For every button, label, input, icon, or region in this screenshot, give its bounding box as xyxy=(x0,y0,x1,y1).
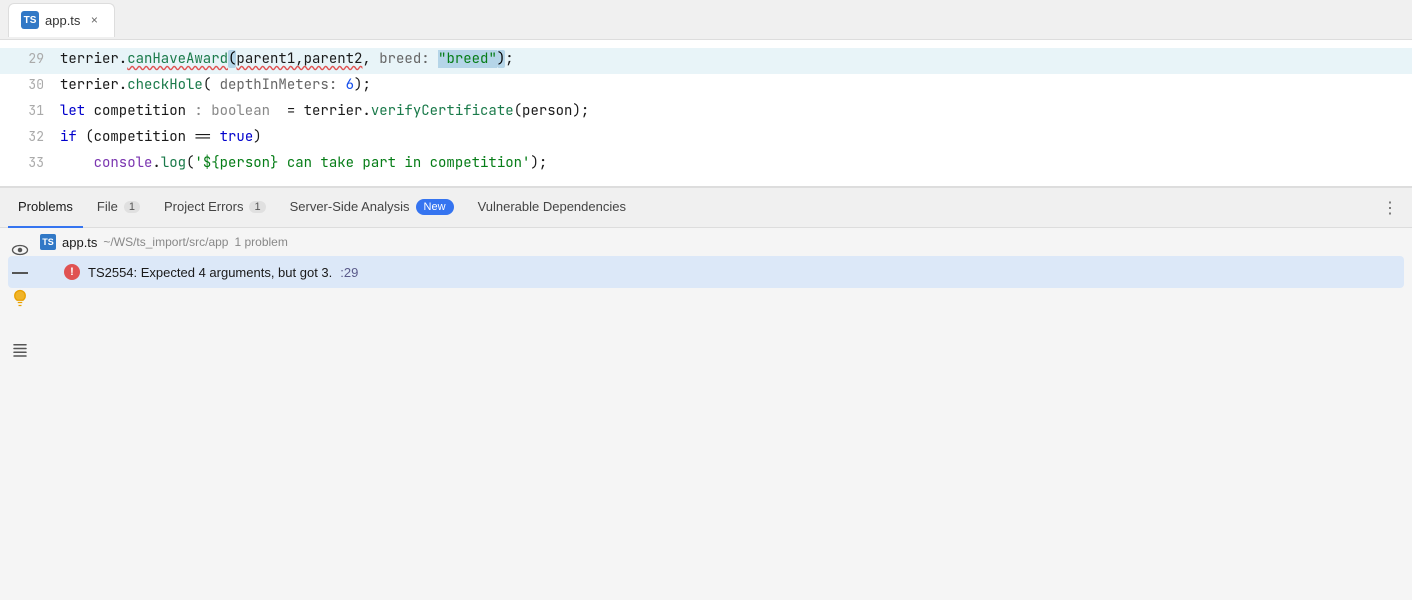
code-content-30: terrier.checkHole( depthInMeters: 6); xyxy=(60,74,1412,96)
tab-problems[interactable]: Problems xyxy=(8,188,83,228)
error-icon: ! xyxy=(64,264,80,280)
code-line-29: 29 terrier.canHaveAward(parent1,parent2,… xyxy=(0,48,1412,74)
tab-file[interactable]: File 1 xyxy=(87,188,150,228)
file-entry-path: ~/WS/ts_import/src/app xyxy=(103,235,228,249)
code-line-30: 30 terrier.checkHole( depthInMeters: 6); xyxy=(0,74,1412,100)
main-layout: TS app.ts × 29 terrier.canHaveAward(pare… xyxy=(0,0,1412,600)
code-content-29: terrier.canHaveAward(parent1,parent2, br… xyxy=(60,48,1412,70)
tab-bar: TS app.ts × xyxy=(0,0,1412,40)
side-panel-icons xyxy=(8,238,32,362)
code-editor[interactable]: 29 terrier.canHaveAward(parent1,parent2,… xyxy=(0,40,1412,187)
eye-underline xyxy=(12,272,28,274)
line-number-30: 30 xyxy=(0,75,60,96)
ts-file-icon: TS xyxy=(21,11,39,29)
tab-file-badge: 1 xyxy=(124,201,140,213)
tab-vulnerable-label: Vulnerable Dependencies xyxy=(478,199,626,214)
error-entry-row[interactable]: ! TS2554: Expected 4 arguments, but got … xyxy=(8,256,1404,288)
tab-file-label: File xyxy=(97,199,118,214)
tab-filename: app.ts xyxy=(45,13,80,28)
line-number-31: 31 xyxy=(0,101,60,122)
code-line-31: 31 let competition : boolean = terrier.v… xyxy=(0,100,1412,126)
line-number-32: 32 xyxy=(0,127,60,148)
file-entry-row[interactable]: TS app.ts ~/WS/ts_import/src/app 1 probl… xyxy=(0,228,1412,256)
tab-problems-label: Problems xyxy=(18,199,73,214)
tab-close-button[interactable]: × xyxy=(86,12,102,28)
bulb-icon[interactable] xyxy=(8,286,32,310)
tab-project-errors-label: Project Errors xyxy=(164,199,243,214)
tab-server-side[interactable]: Server-Side Analysis New xyxy=(280,188,464,228)
more-options-button[interactable]: ⋮ xyxy=(1376,194,1404,222)
tab-server-side-label: Server-Side Analysis xyxy=(290,199,410,214)
problems-panel: Problems File 1 Project Errors 1 Server-… xyxy=(0,187,1412,457)
problems-tabs-bar: Problems File 1 Project Errors 1 Server-… xyxy=(0,188,1412,228)
tab-server-side-new-badge: New xyxy=(416,199,454,215)
line-number-33: 33 xyxy=(0,153,60,174)
tab-project-errors[interactable]: Project Errors 1 xyxy=(154,188,276,228)
app-ts-tab[interactable]: TS app.ts × xyxy=(8,3,115,37)
eye-icon[interactable] xyxy=(8,238,32,262)
code-line-33: 33 console.log('${person} can take part … xyxy=(0,152,1412,178)
error-message: TS2554: Expected 4 arguments, but got 3. xyxy=(88,265,332,280)
tab-vulnerable[interactable]: Vulnerable Dependencies xyxy=(468,188,636,228)
list-icon[interactable] xyxy=(8,338,32,362)
tab-project-errors-badge: 1 xyxy=(249,201,265,213)
code-line-32: 32 if (competition == true) xyxy=(0,126,1412,152)
code-content-31: let competition : boolean = terrier.veri… xyxy=(60,100,1412,122)
line-number-29: 29 xyxy=(0,49,60,70)
code-content-33: console.log('${person} can take part in … xyxy=(60,152,1412,174)
code-content-32: if (competition == true) xyxy=(60,126,1412,148)
file-entry-count: 1 problem xyxy=(234,235,287,249)
file-entry-name: app.ts xyxy=(62,235,97,250)
file-ts-icon: TS xyxy=(40,234,56,250)
error-location: :29 xyxy=(340,265,358,280)
